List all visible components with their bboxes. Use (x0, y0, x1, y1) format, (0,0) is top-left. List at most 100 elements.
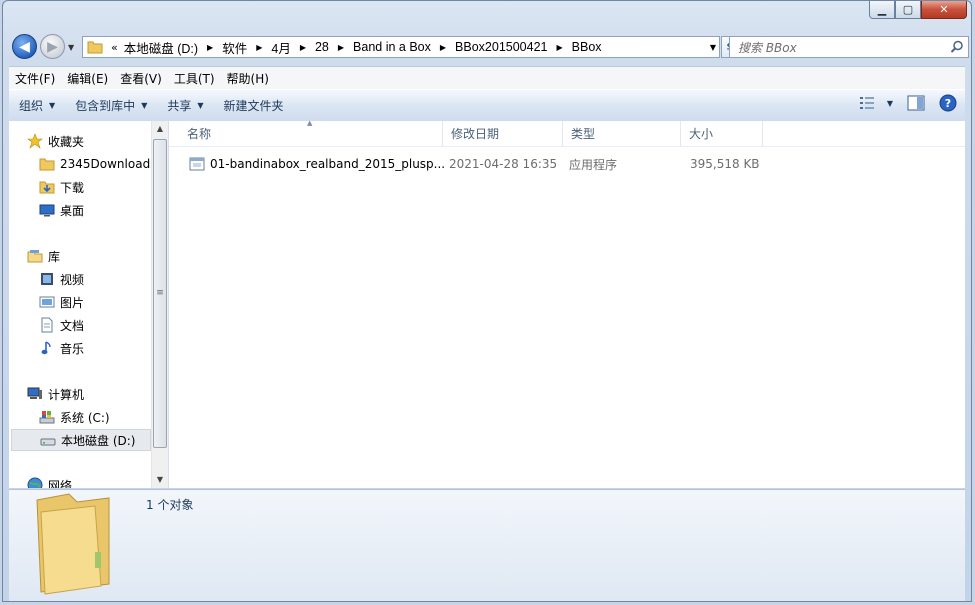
share-button[interactable]: 共享 ▼ (157, 94, 213, 118)
nav-item-videos[interactable]: 视频 (39, 268, 84, 290)
breadcrumb-item[interactable]: 软件 (222, 38, 247, 57)
video-icon (41, 273, 53, 285)
breadcrumb-item[interactable]: BBox (572, 40, 602, 54)
chevron-down-icon: ▼ (68, 43, 75, 52)
forward-button[interactable]: ▶ (40, 34, 65, 59)
menu-edit[interactable]: 编辑(E) (61, 70, 114, 87)
preview-pane-icon[interactable] (907, 95, 925, 111)
svg-text:?: ? (945, 97, 951, 110)
organize-label: 组织 (19, 99, 44, 113)
explorer-window: ▁ ▢ ✕ ◀ ▶ ▼ « 本地磁盘 (D:) ▶ 软件 ▶ 4月 ▶ 28 ▶… (2, 0, 972, 602)
new-folder-button[interactable]: 新建文件夹 (214, 94, 294, 118)
folder-icon (36, 493, 110, 595)
application-icon (189, 157, 205, 171)
file-size: 395,518 KB (690, 157, 760, 171)
details-pane: 1 个对象 (9, 489, 965, 601)
maximize-button[interactable]: ▢ (895, 1, 921, 19)
minimize-icon: ▁ (877, 3, 887, 16)
column-type[interactable]: 类型 (563, 121, 681, 146)
nav-item-label: 下载 (60, 180, 85, 195)
menu-view[interactable]: 查看(V) (114, 70, 168, 87)
scroll-down-icon[interactable]: ▼ (152, 472, 168, 488)
toolbar-right: ▼ ? (859, 94, 957, 112)
computer-icon (27, 387, 42, 399)
close-icon: ✕ (939, 3, 949, 16)
view-list-icon (859, 97, 874, 109)
column-size[interactable]: 大小 (681, 121, 763, 146)
menu-tools[interactable]: 工具(T) (168, 70, 221, 87)
column-name[interactable]: 名称 (179, 121, 443, 146)
help-icon[interactable]: ? (939, 94, 957, 112)
column-size-label: 大小 (689, 127, 714, 141)
grip-icon: ≡ (156, 288, 164, 298)
menu-help[interactable]: 帮助(H) (221, 70, 275, 87)
library-icon (27, 250, 43, 263)
file-name-cell: 01-bandinabox_realband_2015_plusp... (189, 153, 445, 175)
new-folder-label: 新建文件夹 (223, 99, 284, 113)
nav-libraries-label: 库 (48, 249, 61, 264)
chevron-down-icon: ▼ (49, 101, 56, 110)
breadcrumb-item[interactable]: Band in a Box (353, 40, 431, 54)
navigation-row: ◀ ▶ ▼ « 本地磁盘 (D:) ▶ 软件 ▶ 4月 ▶ 28 ▶ Band … (9, 34, 969, 60)
file-row[interactable]: 01-bandinabox_realband_2015_plusp... 202… (179, 153, 779, 175)
nav-libraries[interactable]: 库 (27, 245, 60, 267)
breadcrumb-arrow-icon[interactable]: ▶ (338, 43, 344, 52)
navigation-pane: 收藏夹 2345Downloads 下载 桌面 库 视频 图片 文档 音乐 计算… (9, 121, 169, 488)
nav-scrollbar[interactable]: ▲ ≡ ▼ (151, 121, 168, 488)
share-label: 共享 (167, 99, 192, 113)
breadcrumb-arrow-icon[interactable]: ▶ (256, 43, 262, 52)
column-date[interactable]: 修改日期 (443, 121, 563, 146)
folder-icon (39, 158, 55, 171)
nav-item-pictures[interactable]: 图片 (39, 291, 84, 313)
nav-item-2345downloads[interactable]: 2345Downloads (39, 153, 156, 175)
column-name-label: 名称 (187, 127, 212, 141)
nav-item-drive-d[interactable]: 本地磁盘 (D:) (11, 429, 151, 451)
breadcrumb-item[interactable]: 4月 (271, 38, 290, 57)
menu-file[interactable]: 文件(F) (9, 70, 61, 87)
file-date: 2021-04-28 16:35 (449, 157, 558, 171)
nav-item-downloads[interactable]: 下载 (39, 176, 84, 198)
music-icon (41, 341, 51, 355)
nav-computer[interactable]: 计算机 (27, 383, 84, 405)
breadcrumb-item[interactable]: BBox201500421 (455, 40, 547, 54)
nav-item-music[interactable]: 音乐 (39, 337, 84, 359)
breadcrumb-item[interactable]: 28 (315, 40, 329, 54)
back-button[interactable]: ◀ (12, 34, 37, 59)
breadcrumb-arrow-icon[interactable]: ▶ (207, 43, 213, 52)
include-library-label: 包含到库中 (75, 99, 136, 113)
arrow-right-icon: ▶ (47, 38, 58, 55)
nav-item-label: 本地磁盘 (D:) (61, 433, 136, 448)
nav-computer-label: 计算机 (48, 387, 85, 402)
close-button[interactable]: ✕ (921, 1, 967, 19)
system-drive-icon (39, 411, 55, 424)
maximize-icon: ▢ (902, 3, 914, 16)
nav-item-desktop[interactable]: 桌面 (39, 199, 84, 221)
breadcrumb-overflow[interactable]: « (111, 41, 118, 54)
history-dropdown[interactable]: ▼ (68, 43, 74, 52)
file-type: 应用程序 (569, 157, 618, 172)
network-icon (27, 477, 43, 488)
nav-item-label: 2345Downloads (60, 157, 157, 171)
nav-item-label: 音乐 (60, 341, 85, 356)
breadcrumb-arrow-icon[interactable]: ▶ (300, 43, 306, 52)
include-in-library-button[interactable]: 包含到库中 ▼ (65, 94, 157, 118)
organize-button[interactable]: 组织 ▼ (9, 94, 65, 118)
nav-favorites[interactable]: 收藏夹 (27, 130, 84, 152)
view-options-button[interactable]: ▼ (859, 96, 893, 110)
search-icon[interactable] (950, 40, 964, 54)
nav-item-drive-c[interactable]: 系统 (C:) (39, 406, 110, 428)
desktop-icon (39, 204, 55, 217)
scroll-up-icon[interactable]: ▲ (152, 121, 168, 137)
scrollbar-thumb[interactable]: ≡ (153, 139, 167, 448)
minimize-button[interactable]: ▁ (869, 1, 895, 19)
address-dropdown-icon[interactable]: ▼ (710, 43, 716, 52)
address-bar[interactable]: « 本地磁盘 (D:) ▶ 软件 ▶ 4月 ▶ 28 ▶ Band in a B… (82, 36, 720, 58)
breadcrumb-arrow-icon[interactable]: ▶ (557, 43, 563, 52)
search-input[interactable] (736, 38, 940, 58)
search-box[interactable] (729, 36, 969, 58)
nav-item-documents[interactable]: 文档 (39, 314, 84, 336)
file-list: ▲ 名称 修改日期 类型 大小 01-bandinabox_realband_2… (169, 119, 965, 488)
breadcrumb-arrow-icon[interactable]: ▶ (440, 43, 446, 52)
nav-network[interactable]: 网络 (27, 474, 72, 488)
breadcrumb-item[interactable]: 本地磁盘 (D:) (124, 38, 198, 57)
